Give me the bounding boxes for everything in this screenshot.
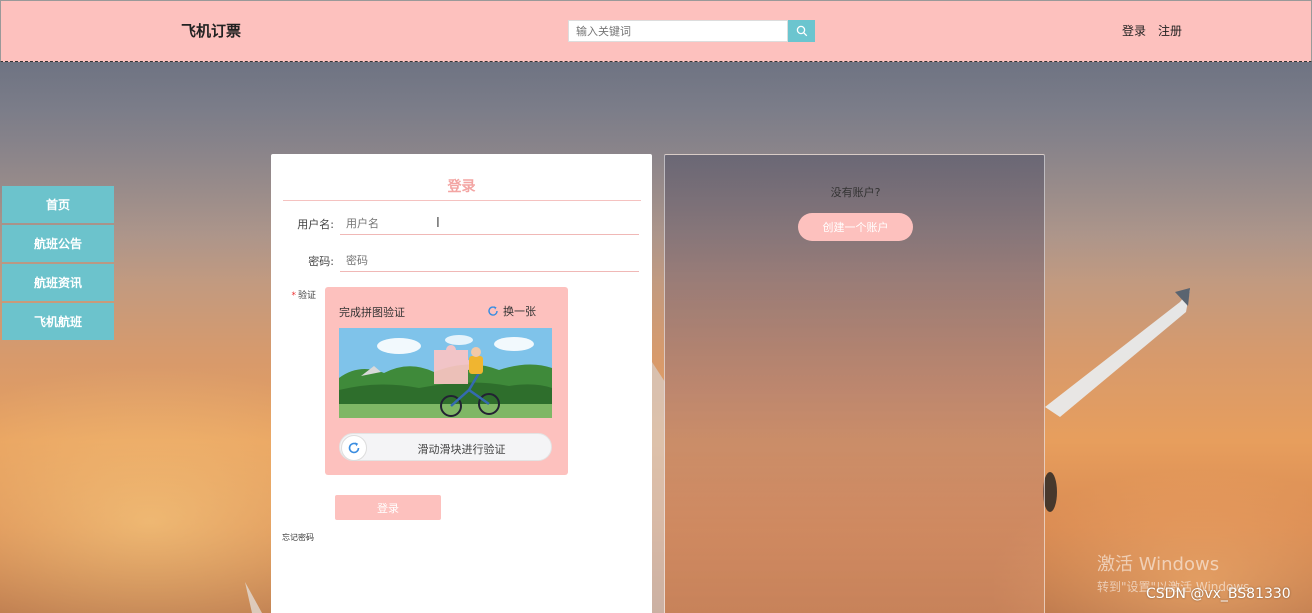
captcha-title: 完成拼图验证 bbox=[339, 306, 405, 319]
background-sky bbox=[0, 62, 1312, 613]
required-star-icon: * bbox=[291, 291, 296, 301]
auth-links: 登录 注册 bbox=[1122, 22, 1182, 39]
verify-label: * 验证 bbox=[291, 291, 316, 301]
search-input[interactable] bbox=[568, 20, 788, 42]
search-bar bbox=[568, 20, 816, 42]
nav-item-flight-notice[interactable]: 航班公告 bbox=[2, 225, 114, 262]
refresh-label: 换一张 bbox=[503, 305, 536, 318]
refresh-icon bbox=[488, 306, 498, 316]
captcha-panel: 完成拼图验证 换一张 滑动滑块进行验证 bbox=[325, 287, 568, 475]
nav-item-flights[interactable]: 飞机航班 bbox=[2, 303, 114, 340]
puzzle-picture bbox=[339, 328, 552, 418]
top-header: 飞机订票 登录 注册 bbox=[0, 0, 1312, 62]
captcha-refresh[interactable]: 换一张 bbox=[487, 303, 536, 319]
register-link[interactable]: 注册 bbox=[1158, 22, 1182, 39]
username-field[interactable] bbox=[340, 213, 639, 235]
password-label: 密码: bbox=[308, 255, 334, 268]
watermark-title: 激活 Windows bbox=[1097, 554, 1220, 575]
airplane-illustration bbox=[245, 288, 1190, 613]
nav-item-home[interactable]: 首页 bbox=[2, 186, 114, 223]
login-submit-button[interactable]: 登录 bbox=[335, 495, 441, 520]
username-label: 用户名: bbox=[297, 218, 334, 231]
password-field[interactable] bbox=[340, 250, 639, 272]
register-panel: 没有账户? 创建一个账户 bbox=[664, 154, 1045, 613]
captcha-slider[interactable]: 滑动滑块进行验证 bbox=[339, 433, 552, 461]
create-account-button[interactable]: 创建一个账户 bbox=[798, 213, 913, 241]
forgot-password-link[interactable]: 忘记密码 bbox=[282, 532, 314, 543]
site-title: 飞机订票 bbox=[181, 22, 242, 40]
login-link[interactable]: 登录 bbox=[1122, 22, 1146, 39]
title-divider bbox=[283, 200, 641, 201]
nav-item-flight-news[interactable]: 航班资讯 bbox=[2, 264, 114, 301]
search-button[interactable] bbox=[788, 20, 815, 42]
search-icon bbox=[796, 25, 807, 37]
no-account-text: 没有账户? bbox=[830, 186, 881, 199]
csdn-watermark: CSDN @vx_BS81330 bbox=[1146, 586, 1291, 602]
captcha-image bbox=[339, 328, 552, 418]
slider-hint: 滑动滑块进行验证 bbox=[417, 443, 506, 456]
text-cursor-icon: I bbox=[436, 216, 440, 231]
login-title: 登录 bbox=[447, 179, 476, 195]
side-nav: 首页 航班公告 航班资讯 飞机航班 bbox=[2, 186, 114, 342]
